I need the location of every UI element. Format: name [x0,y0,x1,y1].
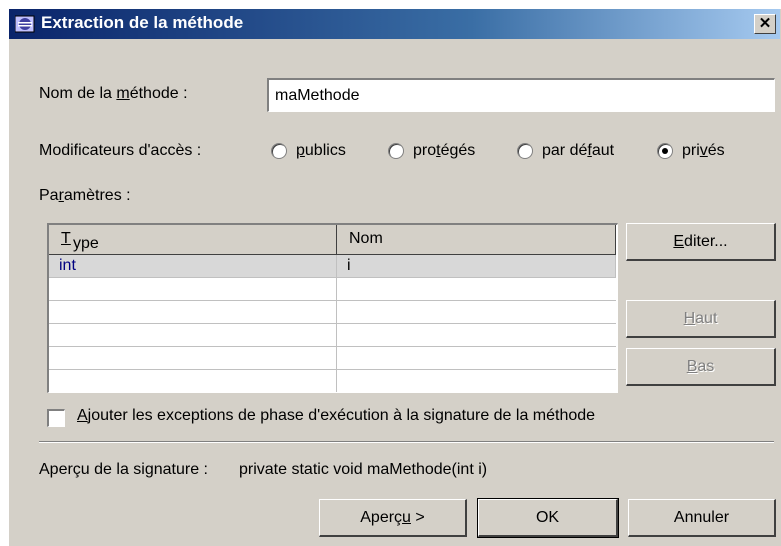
cancel-button[interactable]: Annuler [628,499,776,537]
move-up-button[interactable]: Haut [626,300,776,338]
runtime-exceptions-label[interactable]: Ajouter les exceptions de phase d'exécut… [77,407,595,425]
name-cell[interactable]: i [337,255,616,277]
radio-public-label[interactable]: publics [296,142,346,160]
radio-private[interactable] [657,143,673,159]
extract-method-dialog: Extraction de la méthode ✕ Nom de la mét… [8,8,781,546]
table-row-empty [49,278,616,301]
empty-cell [49,370,337,392]
close-button[interactable]: ✕ [754,14,776,34]
signature-label: Aperçu de la signature : [39,461,208,478]
radio-private-label[interactable]: privés [682,142,725,160]
preview-button[interactable]: Aperçu > [319,499,467,537]
radio-public[interactable] [271,143,287,159]
empty-cell [49,347,337,369]
table-row-empty [49,301,616,324]
radio-selected-dot [662,148,668,154]
parameters-table[interactable]: Type Nom int i [47,223,618,393]
move-down-button[interactable]: Bas [626,348,776,386]
method-name-label: Nom de la méthode : [39,85,188,102]
runtime-exceptions-checkbox[interactable] [47,409,65,427]
table-row-empty [49,370,616,392]
signature-preview: private static void maMethode(int i) [239,461,488,478]
column-header-name[interactable]: Nom [337,225,616,255]
table-row-empty [49,324,616,347]
close-icon: ✕ [758,15,772,32]
radio-default-label[interactable]: par défaut [542,142,614,160]
access-modifiers-label: Modificateurs d'accès : [39,142,202,159]
column-header-type[interactable]: Type [49,225,337,255]
type-cell[interactable]: int [49,255,337,277]
radio-protected[interactable] [388,143,404,159]
eclipse-app-icon [14,15,35,33]
empty-cell [49,301,337,323]
title-bar: Extraction de la méthode ✕ [9,9,780,39]
method-name-field[interactable] [267,78,775,112]
table-row-empty [49,347,616,370]
edit-button[interactable]: Editer... [626,223,776,261]
ok-button[interactable]: OK [477,498,619,538]
parameters-label: Paramètres : [39,187,131,204]
empty-cell [49,278,337,300]
table-row[interactable]: int i [49,255,616,278]
separator [39,441,774,443]
radio-protected-label[interactable]: protégés [413,142,475,160]
method-name-input[interactable] [269,80,774,111]
window-title: Extraction de la méthode [41,13,244,32]
radio-default[interactable] [517,143,533,159]
empty-cell [49,324,337,346]
